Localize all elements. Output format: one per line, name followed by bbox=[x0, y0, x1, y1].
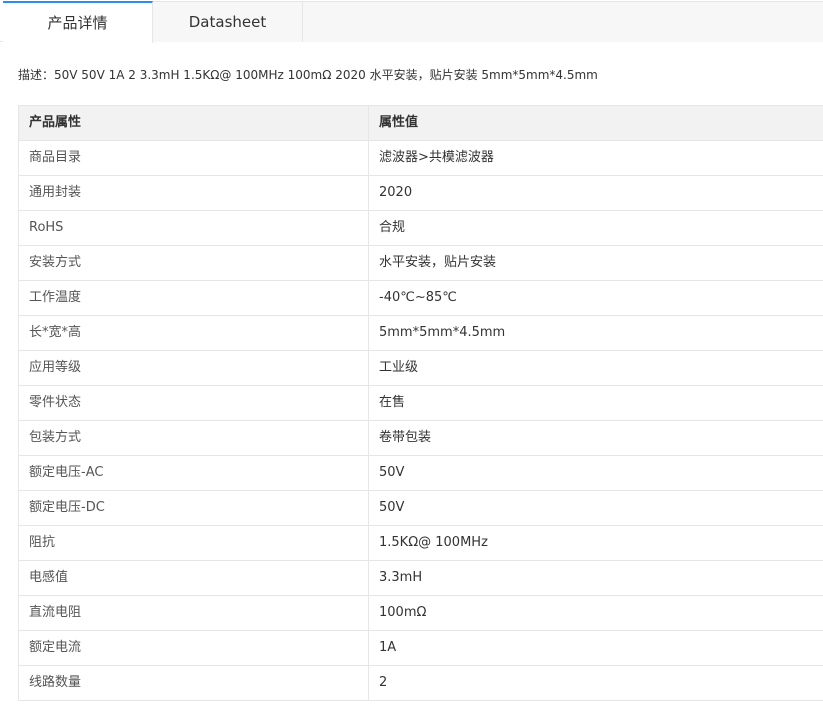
attr-name-cell: 电感值 bbox=[19, 561, 369, 595]
attr-name-cell: 商品目录 bbox=[19, 141, 369, 175]
tab-product-details[interactable]: 产品详情 bbox=[3, 1, 153, 43]
attr-name-cell: 线路数量 bbox=[19, 666, 369, 700]
attr-value-cell: -40℃~85℃ bbox=[379, 290, 457, 305]
attr-name-cell: 包装方式 bbox=[19, 421, 369, 455]
table-row: 线路数量 2 bbox=[19, 666, 823, 701]
table-row: 额定电压-DC 50V bbox=[19, 491, 823, 526]
attr-value-cell: 3.3mH bbox=[379, 570, 423, 585]
attr-name-cell: RoHS bbox=[19, 211, 369, 245]
attr-value-cell: 1.5KΩ@ 100MHz bbox=[379, 535, 488, 550]
attr-name-cell: 通用封装 bbox=[19, 176, 369, 210]
attr-value-cell: 50V bbox=[379, 465, 405, 480]
attribute-table: 产品属性 属性值 商品目录 滤波器>共模滤波器 通用封装 2020 RoHS 合规 安装方式… bbox=[18, 105, 823, 701]
header-attr: 产品属性 bbox=[19, 106, 369, 140]
attr-value-cell: 滤波器>共模滤波器 bbox=[379, 150, 494, 165]
tab-bar: 产品详情 Datasheet bbox=[0, 0, 823, 43]
tab-bar-filler bbox=[303, 1, 823, 42]
attr-name-cell: 额定电压-DC bbox=[19, 491, 369, 525]
attr-name-cell: 阻抗 bbox=[19, 526, 369, 560]
attr-name-cell: 直流电阻 bbox=[19, 596, 369, 630]
attr-value-cell: 合规 bbox=[379, 220, 406, 235]
table-row: 额定电流 1A bbox=[19, 631, 823, 666]
attr-name-cell: 安装方式 bbox=[19, 246, 369, 280]
tab-datasheet[interactable]: Datasheet bbox=[153, 1, 303, 42]
attr-value-cell: 1A bbox=[379, 640, 397, 655]
table-row: 工作温度 -40℃~85℃ bbox=[19, 281, 823, 316]
attr-name-cell: 额定电流 bbox=[19, 631, 369, 665]
attr-value-cell: 2020 bbox=[379, 185, 413, 200]
attr-value-cell: 卷带包装 bbox=[379, 430, 432, 445]
table-row: 通用封装 2020 bbox=[19, 176, 823, 211]
table-row: 商品目录 滤波器>共模滤波器 bbox=[19, 141, 823, 176]
attr-name-cell: 长*宽*高 bbox=[19, 316, 369, 350]
table-header-row: 产品属性 属性值 bbox=[19, 106, 823, 141]
attr-value-cell: 在售 bbox=[379, 395, 406, 410]
attr-value-cell: 工业级 bbox=[379, 360, 419, 375]
attr-value-cell: 100mΩ bbox=[379, 605, 427, 620]
table-row: 安装方式 水平安装，贴片安装 bbox=[19, 246, 823, 281]
table-row: 零件状态 在售 bbox=[19, 386, 823, 421]
table-row: 长*宽*高 5mm*5mm*4.5mm bbox=[19, 316, 823, 351]
attr-value-cell: 50V bbox=[379, 500, 405, 515]
header-value: 属性值 bbox=[379, 115, 419, 130]
attr-name-cell: 应用等级 bbox=[19, 351, 369, 385]
attr-name-cell: 额定电压-AC bbox=[19, 456, 369, 490]
attr-value-cell: 2 bbox=[379, 675, 388, 690]
table-row: 直流电阻 100mΩ bbox=[19, 596, 823, 631]
product-description: 描述：50V 50V 1A 2 3.3mH 1.5KΩ@ 100MHz 100m… bbox=[18, 68, 598, 82]
attr-value-cell: 5mm*5mm*4.5mm bbox=[379, 325, 506, 340]
table-row: 包装方式 卷带包装 bbox=[19, 421, 823, 456]
attr-name-cell: 工作温度 bbox=[19, 281, 369, 315]
attr-value-cell: 水平安装，贴片安装 bbox=[379, 255, 497, 270]
table-row: 应用等级 工业级 bbox=[19, 351, 823, 386]
table-row: 阻抗 1.5KΩ@ 100MHz bbox=[19, 526, 823, 561]
attr-name-cell: 零件状态 bbox=[19, 386, 369, 420]
table-row: RoHS 合规 bbox=[19, 211, 823, 246]
table-row: 电感值 3.3mH bbox=[19, 561, 823, 596]
table-row: 额定电压-AC 50V bbox=[19, 456, 823, 491]
